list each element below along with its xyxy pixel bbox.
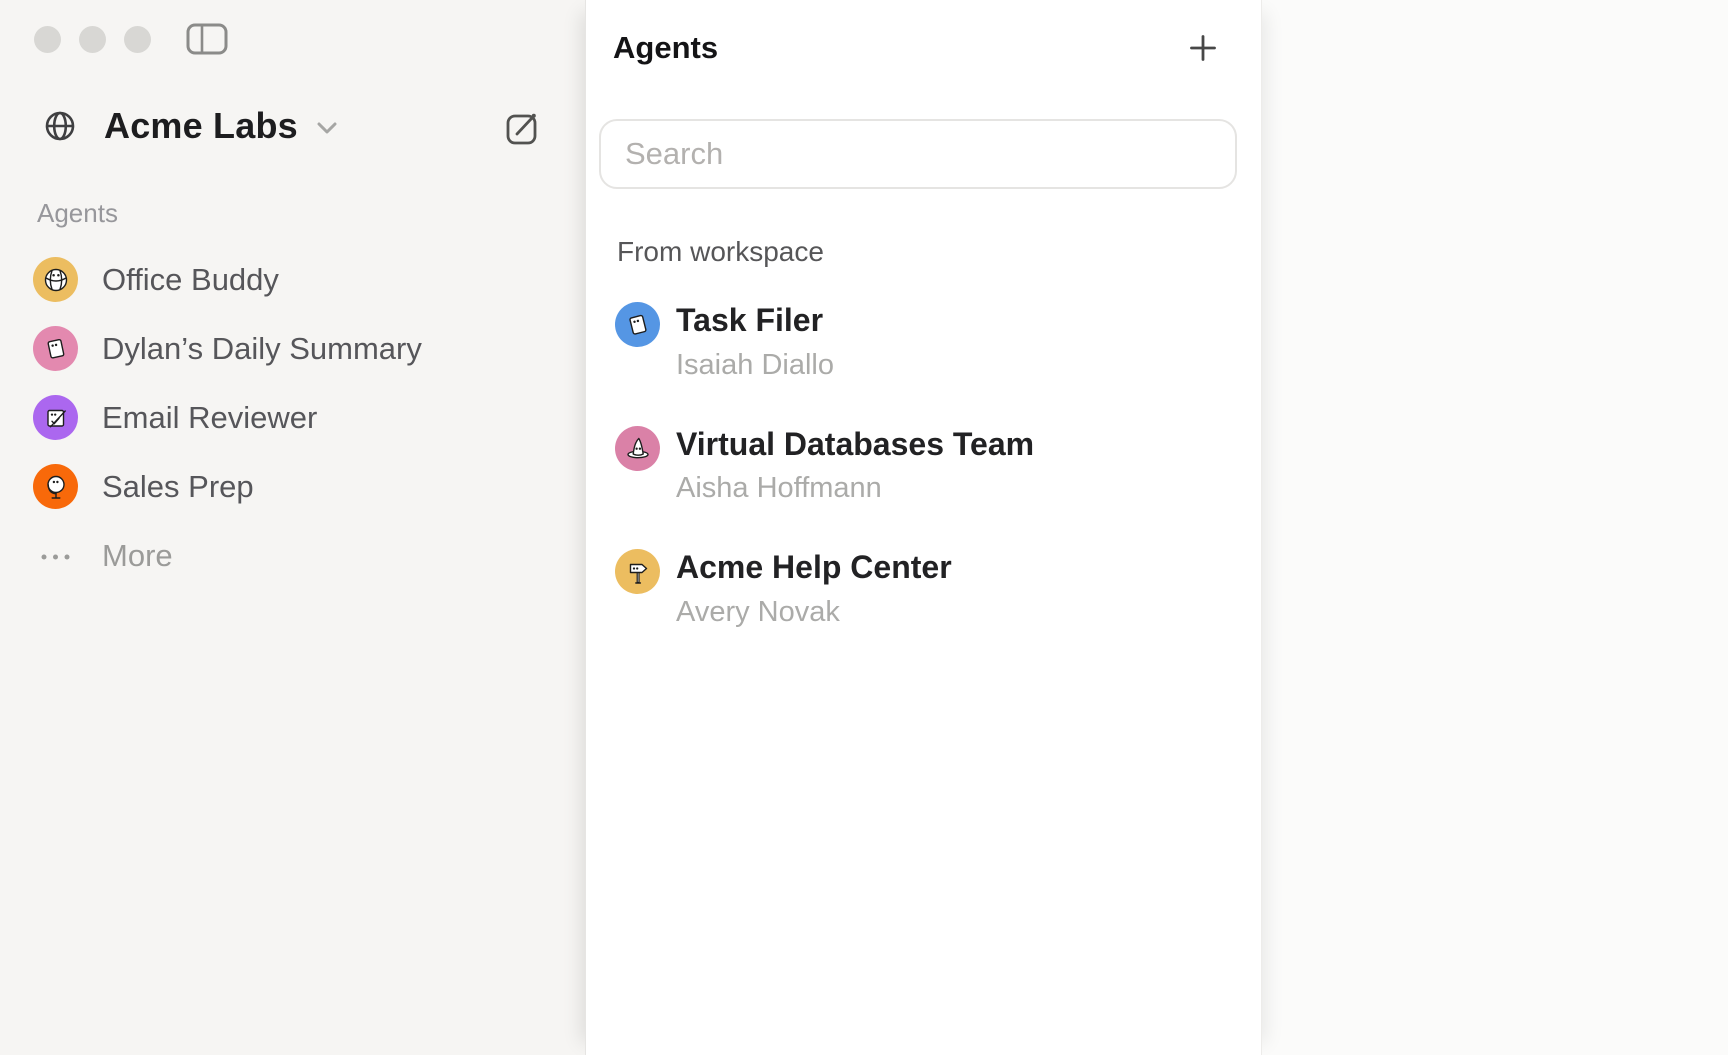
dylans-daily-summary-avatar xyxy=(33,326,78,371)
checklist-icon xyxy=(41,403,71,433)
close-button[interactable] xyxy=(34,26,61,53)
note-icon xyxy=(41,334,71,364)
sidebar: Acme Labs Agents xyxy=(0,0,585,1055)
task-filer-avatar xyxy=(615,302,660,347)
search-bar xyxy=(599,119,1237,189)
workspace-agent-list: Task Filer Isaiah Diallo Virtual Databas… xyxy=(615,302,1241,673)
email-reviewer-avatar xyxy=(33,395,78,440)
agent-name: Virtual Databases Team xyxy=(676,428,1034,462)
plus-icon xyxy=(1188,33,1218,63)
agent-row-virtual-databases-team[interactable]: Virtual Databases Team Aisha Hoffmann xyxy=(615,426,1241,506)
ball-face-icon xyxy=(41,265,71,295)
window-controls xyxy=(34,26,151,53)
note-icon xyxy=(623,310,653,340)
agent-owner: Isaiah Diallo xyxy=(676,349,834,382)
sidebar-panel-icon xyxy=(186,23,228,55)
sidebar-item-sales-prep[interactable]: Sales Prep xyxy=(33,452,569,521)
agents-panel: Agents From workspace xyxy=(585,0,1262,1055)
sidebar-item-email-reviewer[interactable]: Email Reviewer xyxy=(33,383,569,452)
from-workspace-label: From workspace xyxy=(617,236,824,268)
sidebar-toggle-button[interactable] xyxy=(186,23,228,55)
agent-owner: Aisha Hoffmann xyxy=(676,472,1034,505)
wizard-hat-icon xyxy=(623,433,653,463)
workspace-switcher[interactable]: Acme Labs xyxy=(42,102,340,150)
agent-row-acme-help-center[interactable]: Acme Help Center Avery Novak xyxy=(615,549,1241,629)
sidebar-item-office-buddy[interactable]: Office Buddy xyxy=(33,245,569,314)
agent-name: Acme Help Center xyxy=(676,551,952,585)
sidebar-item-label: Dylan’s Daily Summary xyxy=(102,331,422,367)
ellipsis-icon xyxy=(33,533,78,578)
compose-button[interactable] xyxy=(502,107,544,149)
sidebar-section-label: Agents xyxy=(37,198,118,229)
sidebar-item-dylans-daily-summary[interactable]: Dylan’s Daily Summary xyxy=(33,314,569,383)
panel-title: Agents xyxy=(613,30,718,66)
agent-owner: Avery Novak xyxy=(676,596,952,629)
sidebar-item-label: More xyxy=(102,538,173,574)
zoom-button[interactable] xyxy=(124,26,151,53)
chevron-down-icon xyxy=(314,118,340,140)
sidebar-agent-list: Office Buddy Dylan’s Daily Summary xyxy=(33,245,569,590)
sidebar-item-label: Email Reviewer xyxy=(102,400,317,436)
sidebar-item-label: Office Buddy xyxy=(102,262,279,298)
sidebar-item-more[interactable]: More xyxy=(33,521,569,590)
agent-name: Task Filer xyxy=(676,304,834,338)
signpost-icon xyxy=(623,557,653,587)
globe-icon xyxy=(42,108,78,144)
office-buddy-avatar xyxy=(33,257,78,302)
minimize-button[interactable] xyxy=(79,26,106,53)
content-pane xyxy=(1262,0,1728,1055)
search-input[interactable] xyxy=(599,119,1237,189)
add-agent-button[interactable] xyxy=(1188,33,1218,63)
sidebar-item-label: Sales Prep xyxy=(102,469,254,505)
sales-prep-avatar xyxy=(33,464,78,509)
desk-globe-icon xyxy=(41,472,71,502)
virtual-databases-team-avatar xyxy=(615,426,660,471)
workspace-name: Acme Labs xyxy=(104,105,298,147)
agent-row-task-filer[interactable]: Task Filer Isaiah Diallo xyxy=(615,302,1241,382)
acme-help-center-avatar xyxy=(615,549,660,594)
compose-icon xyxy=(502,107,544,149)
